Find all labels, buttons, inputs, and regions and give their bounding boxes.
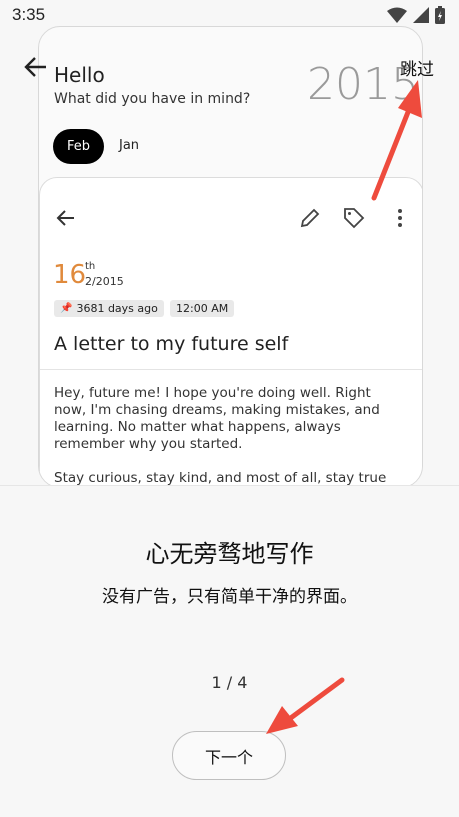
- entry-body: Hey, future me! I hope you're doing well…: [54, 385, 404, 487]
- next-button[interactable]: 下一个: [172, 731, 286, 780]
- onboarding-sheet: 心无旁骛地写作 没有广告，只有简单干净的界面。 1 / 4 下一个: [0, 485, 459, 817]
- entry-month-year: 2/2015: [85, 275, 124, 288]
- entry-title: A letter to my future self: [54, 333, 289, 355]
- time-chip: 12:00 AM: [170, 300, 235, 317]
- status-time: 3:35: [12, 5, 46, 24]
- page-indicator: 1 / 4: [211, 673, 248, 692]
- entry-day-suffix: th: [85, 261, 96, 272]
- onboarding-subline: 没有广告，只有简单干净的界面。: [102, 587, 357, 607]
- onboarding-headline: 心无旁骛地写作: [145, 540, 314, 568]
- days-ago-text: 3681 days ago: [76, 302, 158, 315]
- wifi-icon: [387, 7, 407, 23]
- app-preview-card: Hello What did you have in mind? 2015 Fe…: [38, 26, 423, 488]
- status-icons: [387, 6, 445, 24]
- days-ago-chip: 📌 3681 days ago: [54, 300, 164, 317]
- divider: [40, 369, 422, 370]
- battery-icon: [435, 6, 445, 24]
- skip-button[interactable]: 跳过: [400, 55, 434, 80]
- back-arrow-icon[interactable]: [22, 53, 50, 81]
- signal-icon: [413, 7, 429, 23]
- month-chip-selected: Feb: [53, 129, 104, 164]
- edit-icon: [300, 208, 320, 228]
- month-chip: Jan: [119, 138, 140, 153]
- tag-icon: [344, 208, 365, 229]
- entry-day: 16: [53, 260, 87, 290]
- entry-card: 16 th 2/2015 📌 3681 days ago 12:00 AM A …: [39, 177, 422, 487]
- more-options-icon: [398, 209, 402, 227]
- greeting: Hello: [54, 63, 105, 87]
- prompt-text: What did you have in mind?: [54, 91, 251, 107]
- back-arrow-icon: [56, 210, 74, 226]
- entry-paragraph: Hey, future me! I hope you're doing well…: [54, 385, 380, 452]
- pin-icon: 📌: [60, 303, 73, 314]
